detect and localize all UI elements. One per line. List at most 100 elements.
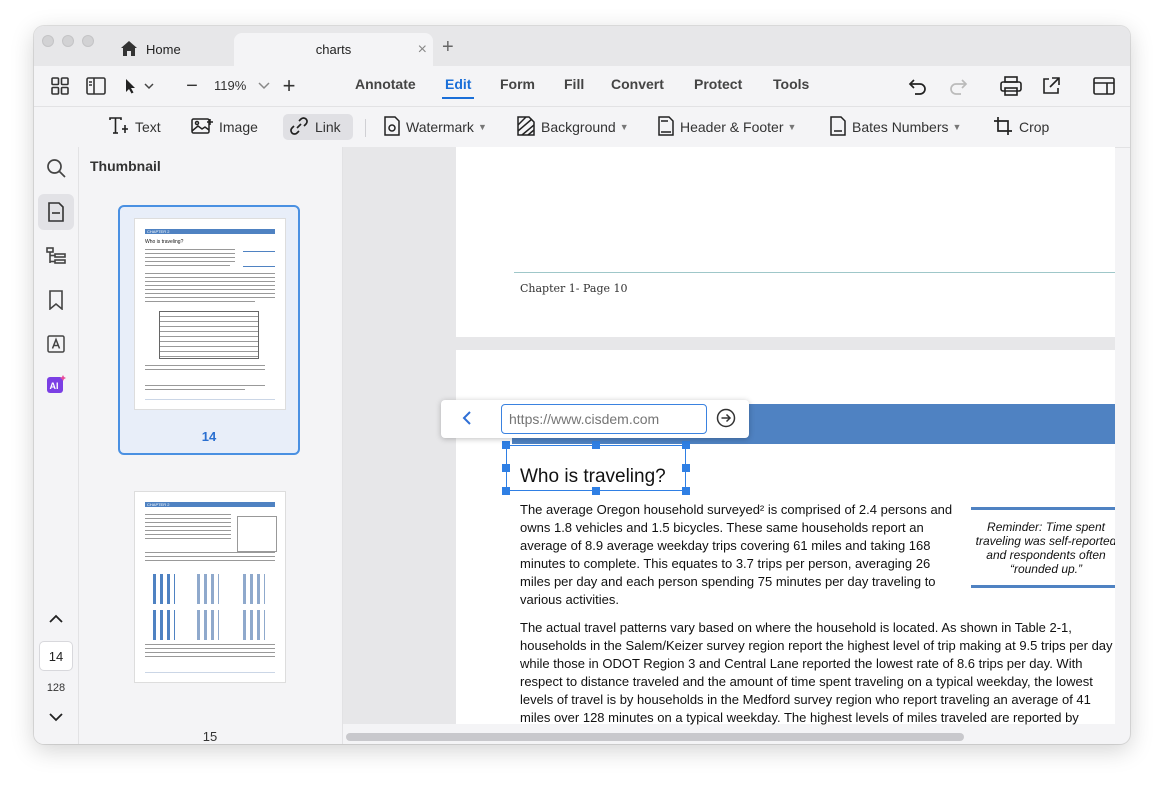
menu-tools[interactable]: Tools (773, 76, 809, 92)
grid-view-icon[interactable] (48, 74, 72, 98)
zoom-window-button[interactable] (82, 35, 94, 47)
next-page-icon[interactable] (44, 705, 68, 729)
minimize-window-button[interactable] (62, 35, 74, 47)
horizontal-scrollbar-thumb[interactable] (346, 733, 964, 741)
sidebar-toggle-icon[interactable] (84, 74, 108, 98)
resize-handle[interactable] (682, 441, 690, 449)
crop-label: Crop (1019, 119, 1050, 135)
search-icon[interactable] (44, 156, 68, 180)
callout-bottom-rule (971, 585, 1115, 588)
print-icon[interactable] (999, 74, 1023, 98)
thumbnail-text-line (145, 644, 275, 645)
thumbnail-text-line (145, 514, 231, 515)
thumbnail-panel-icon[interactable] (38, 194, 74, 230)
reminder-callout: Reminder: Time spent traveling was self-… (972, 520, 1115, 576)
pointer-tool-icon[interactable] (122, 74, 156, 98)
bates-numbers-button[interactable]: Bates Numbers ▼ (830, 114, 961, 140)
thumbnail-page-15[interactable]: CHAPTER 2 (135, 492, 285, 682)
resize-handle[interactable] (502, 487, 510, 495)
paragraph-2: The actual travel patterns vary based on… (520, 619, 1116, 727)
watermark-dropdown-icon: ▼ (477, 122, 487, 132)
resize-handle[interactable] (682, 487, 690, 495)
tab-home[interactable]: Home (120, 33, 230, 66)
thumbnail-page-14[interactable]: CHAPTER 2 Who is traveling? 14 (118, 205, 300, 455)
thumbnail-chapter-label: CHAPTER 2 (147, 229, 170, 234)
image-tool-icon (191, 117, 219, 138)
background-label: Background (541, 119, 616, 135)
zoom-in-button[interactable]: + (277, 73, 301, 98)
resize-handle[interactable] (502, 441, 510, 449)
thumbnail-page-14-image: CHAPTER 2 Who is traveling? (135, 219, 285, 409)
page-footer-text: Chapter 1- Page 10 (520, 282, 628, 295)
thumbnail-bar-chart (193, 574, 219, 604)
text-line: The average Oregon household surveyed² i… (520, 502, 953, 517)
new-tab-button[interactable]: + (442, 36, 454, 59)
undo-icon[interactable] (906, 74, 930, 98)
menu-annotate[interactable]: Annotate (355, 76, 416, 92)
thumbnail-text-line (145, 648, 275, 649)
outline-icon[interactable] (44, 244, 68, 268)
bookmark-icon[interactable] (44, 288, 68, 312)
text-line: households in the Salem/Keizer survey re… (520, 638, 1113, 653)
add-image-button[interactable]: Image (191, 114, 258, 140)
zoom-dropdown-icon[interactable] (252, 74, 276, 98)
close-window-button[interactable] (42, 35, 54, 47)
previous-page-icon[interactable] (44, 607, 68, 631)
thumbnail-text-line (145, 281, 275, 282)
text-line: minutes to complete. This equates to 3.7… (520, 556, 931, 571)
thumbnail-footer-rule (145, 399, 275, 400)
thumbnail-callout (243, 251, 275, 267)
form-field-icon[interactable] (44, 332, 68, 356)
tab-home-label: Home (146, 42, 181, 57)
title-bar: Home charts × + (34, 26, 1130, 66)
redo-icon[interactable] (946, 74, 970, 98)
thumbnail-text-line (145, 552, 275, 553)
back-arrow-icon[interactable] (461, 410, 473, 431)
text-line: various activities. (520, 592, 619, 607)
tab-close-icon[interactable]: × (418, 41, 427, 59)
background-button[interactable]: Background ▼ (517, 114, 629, 140)
svg-text:AI: AI (50, 381, 59, 391)
watermark-button[interactable]: Watermark ▼ (384, 114, 487, 140)
link-url-popover (441, 400, 749, 438)
resize-handle[interactable] (502, 464, 510, 472)
crop-icon (993, 116, 1019, 139)
header-footer-button[interactable]: Header & Footer ▼ (658, 114, 796, 140)
thumbnail-text-line (145, 273, 275, 274)
menu-form[interactable]: Form (500, 76, 535, 92)
thumbnail-text-line (145, 257, 235, 258)
thumbnail-text-line (145, 365, 265, 366)
resize-handle[interactable] (592, 441, 600, 449)
thumbnail-text-line (145, 526, 231, 527)
text-line: miles over 128 minutes on a typical week… (520, 710, 1079, 725)
layout-icon[interactable] (1092, 74, 1116, 98)
zoom-out-button[interactable]: − (180, 74, 204, 98)
resize-handle[interactable] (682, 464, 690, 472)
menu-protect[interactable]: Protect (694, 76, 742, 92)
zoom-level[interactable]: 119% (214, 78, 246, 93)
resize-handle[interactable] (592, 487, 600, 495)
crop-button[interactable]: Crop (993, 114, 1049, 140)
callout-line: Reminder: Time spent (987, 520, 1105, 534)
current-page-input[interactable]: 14 (39, 641, 73, 671)
menu-convert[interactable]: Convert (611, 76, 664, 92)
total-pages: 128 (46, 682, 66, 694)
link-icon (289, 116, 315, 138)
menu-fill[interactable]: Fill (564, 76, 584, 92)
tab-charts[interactable]: charts × (234, 33, 433, 66)
thumbnail-bar-chart (149, 610, 175, 640)
selection-box[interactable] (506, 445, 686, 491)
callout-line: and respondents often (986, 548, 1106, 562)
menu-edit[interactable]: Edit (445, 76, 471, 92)
add-text-button[interactable]: Text (109, 114, 161, 140)
thumbnail-text-line (145, 534, 231, 535)
watermark-icon (384, 115, 406, 139)
add-link-button[interactable]: Link (283, 114, 353, 140)
ai-assistant-icon[interactable]: AI (44, 372, 68, 396)
share-icon[interactable] (1039, 74, 1063, 98)
link-url-input[interactable] (501, 404, 707, 434)
edit-toolbar: Text Image Link Watermark ▼ Background ▼ H… (34, 107, 1130, 148)
go-arrow-icon[interactable] (716, 408, 736, 433)
text-line: owns 1.8 vehicles and 1.5 bicycles. Thes… (520, 520, 924, 535)
header-footer-dropdown-icon: ▼ (787, 122, 797, 132)
